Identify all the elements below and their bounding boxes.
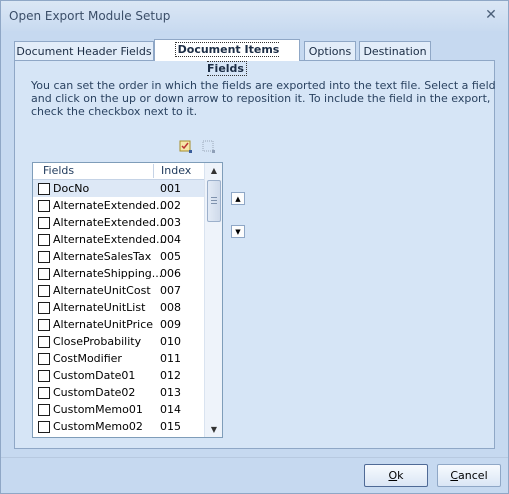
fields-list[interactable]: Fields Index DocNo 001 AlternateExtended… bbox=[32, 162, 223, 438]
field-index: 010 bbox=[160, 335, 181, 348]
field-name: AlternateUnitList bbox=[53, 301, 146, 314]
include-checkbox[interactable] bbox=[38, 251, 50, 263]
field-index: 008 bbox=[160, 301, 181, 314]
field-name: AlternateUnitPrice bbox=[53, 318, 154, 331]
field-name: AlternateShipping... bbox=[53, 267, 163, 280]
list-scrollbar[interactable]: ▲ ▼ bbox=[204, 163, 222, 437]
field-index: 014 bbox=[160, 403, 181, 416]
field-index: 004 bbox=[160, 233, 181, 246]
field-name: CostModifier bbox=[53, 352, 122, 365]
list-item[interactable]: AlternateSalesTax 005 bbox=[33, 248, 204, 265]
field-name: AlternateSalesTax bbox=[53, 250, 152, 263]
column-header-fields[interactable]: Fields bbox=[43, 164, 74, 177]
include-checkbox[interactable] bbox=[38, 370, 50, 382]
include-checkbox[interactable] bbox=[38, 268, 50, 280]
list-item[interactable]: CloseProbability 010 bbox=[33, 333, 204, 350]
uncheck-all-icon[interactable] bbox=[202, 140, 216, 154]
list-item[interactable]: CostModifier 011 bbox=[33, 350, 204, 367]
include-checkbox[interactable] bbox=[38, 200, 50, 212]
field-index: 011 bbox=[160, 352, 181, 365]
list-item[interactable]: AlternateExtended... 002 bbox=[33, 197, 204, 214]
list-item[interactable]: CustomDate02 013 bbox=[33, 384, 204, 401]
title-bar[interactable]: Open Export Module Setup ✕ bbox=[1, 1, 508, 31]
scroll-up-icon[interactable]: ▲ bbox=[209, 166, 219, 176]
footer-divider bbox=[1, 457, 508, 458]
move-down-button[interactable]: ▼ bbox=[231, 225, 245, 238]
field-index: 012 bbox=[160, 369, 181, 382]
scroll-down-icon[interactable]: ▼ bbox=[209, 425, 219, 435]
check-all-icon[interactable] bbox=[179, 140, 193, 154]
ok-button[interactable]: Ok bbox=[364, 464, 428, 487]
field-index: 002 bbox=[160, 199, 181, 212]
field-index: 001 bbox=[160, 182, 181, 195]
tab-document-header-fields[interactable]: Document Header Fields bbox=[14, 41, 154, 60]
list-item[interactable]: AlternateUnitList 008 bbox=[33, 299, 204, 316]
list-item[interactable]: CustomDate01 012 bbox=[33, 367, 204, 384]
list-header: Fields Index bbox=[33, 163, 204, 180]
include-checkbox[interactable] bbox=[38, 302, 50, 314]
include-checkbox[interactable] bbox=[38, 217, 50, 229]
field-index: 007 bbox=[160, 284, 181, 297]
field-index: 013 bbox=[160, 386, 181, 399]
field-name: AlternateExtended... bbox=[53, 233, 167, 246]
window-title: Open Export Module Setup bbox=[9, 9, 171, 23]
field-name: CloseProbability bbox=[53, 335, 142, 348]
list-item[interactable]: AlternateExtended... 003 bbox=[33, 214, 204, 231]
field-name: AlternateExtended... bbox=[53, 216, 167, 229]
field-index: 009 bbox=[160, 318, 181, 331]
include-checkbox[interactable] bbox=[38, 319, 50, 331]
list-item[interactable]: AlternateExtended... 004 bbox=[33, 231, 204, 248]
dialog-window: Open Export Module Setup ✕ Document Head… bbox=[0, 0, 509, 494]
arrow-up-icon: ▲ bbox=[235, 195, 241, 203]
list-item[interactable]: DocNo 001 bbox=[33, 180, 204, 197]
cancel-button[interactable]: Cancel bbox=[437, 464, 501, 487]
field-name: AlternateExtended... bbox=[53, 199, 167, 212]
field-name: CustomDate02 bbox=[53, 386, 136, 399]
field-index: 015 bbox=[160, 420, 181, 433]
include-checkbox[interactable] bbox=[38, 421, 50, 433]
tab-document-items-fields[interactable]: Document Items Fields bbox=[154, 39, 300, 76]
tab-destination[interactable]: Destination bbox=[359, 41, 431, 60]
include-checkbox[interactable] bbox=[38, 353, 50, 365]
include-checkbox[interactable] bbox=[38, 183, 50, 195]
field-name: DocNo bbox=[53, 182, 90, 195]
list-item[interactable]: AlternateUnitCost 007 bbox=[33, 282, 204, 299]
include-checkbox[interactable] bbox=[38, 336, 50, 348]
column-header-index[interactable]: Index bbox=[161, 164, 191, 177]
instructions-text: You can set the order in which the field… bbox=[31, 79, 496, 118]
field-name: CustomDate01 bbox=[53, 369, 136, 382]
document-items-panel: You can set the order in which the field… bbox=[14, 60, 496, 449]
include-checkbox[interactable] bbox=[38, 234, 50, 246]
include-checkbox[interactable] bbox=[38, 404, 50, 416]
arrow-down-icon: ▼ bbox=[235, 228, 241, 236]
include-checkbox[interactable] bbox=[38, 285, 50, 297]
list-item[interactable]: CustomMemo01 014 bbox=[33, 401, 204, 418]
field-name: CustomMemo01 bbox=[53, 403, 143, 416]
field-name: CustomMemo02 bbox=[53, 420, 143, 433]
field-name: AlternateUnitCost bbox=[53, 284, 151, 297]
list-item[interactable]: CustomMemo02 015 bbox=[33, 418, 204, 435]
column-divider[interactable] bbox=[153, 164, 154, 178]
list-item[interactable]: AlternateUnitPrice 009 bbox=[33, 316, 204, 333]
field-index: 006 bbox=[160, 267, 181, 280]
move-up-button[interactable]: ▲ bbox=[231, 192, 245, 205]
field-index: 003 bbox=[160, 216, 181, 229]
scrollbar-thumb[interactable] bbox=[207, 180, 221, 222]
include-checkbox[interactable] bbox=[38, 387, 50, 399]
tab-options[interactable]: Options bbox=[304, 41, 356, 60]
close-icon[interactable]: ✕ bbox=[483, 7, 499, 23]
list-item[interactable]: AlternateShipping... 006 bbox=[33, 265, 204, 282]
field-index: 005 bbox=[160, 250, 181, 263]
